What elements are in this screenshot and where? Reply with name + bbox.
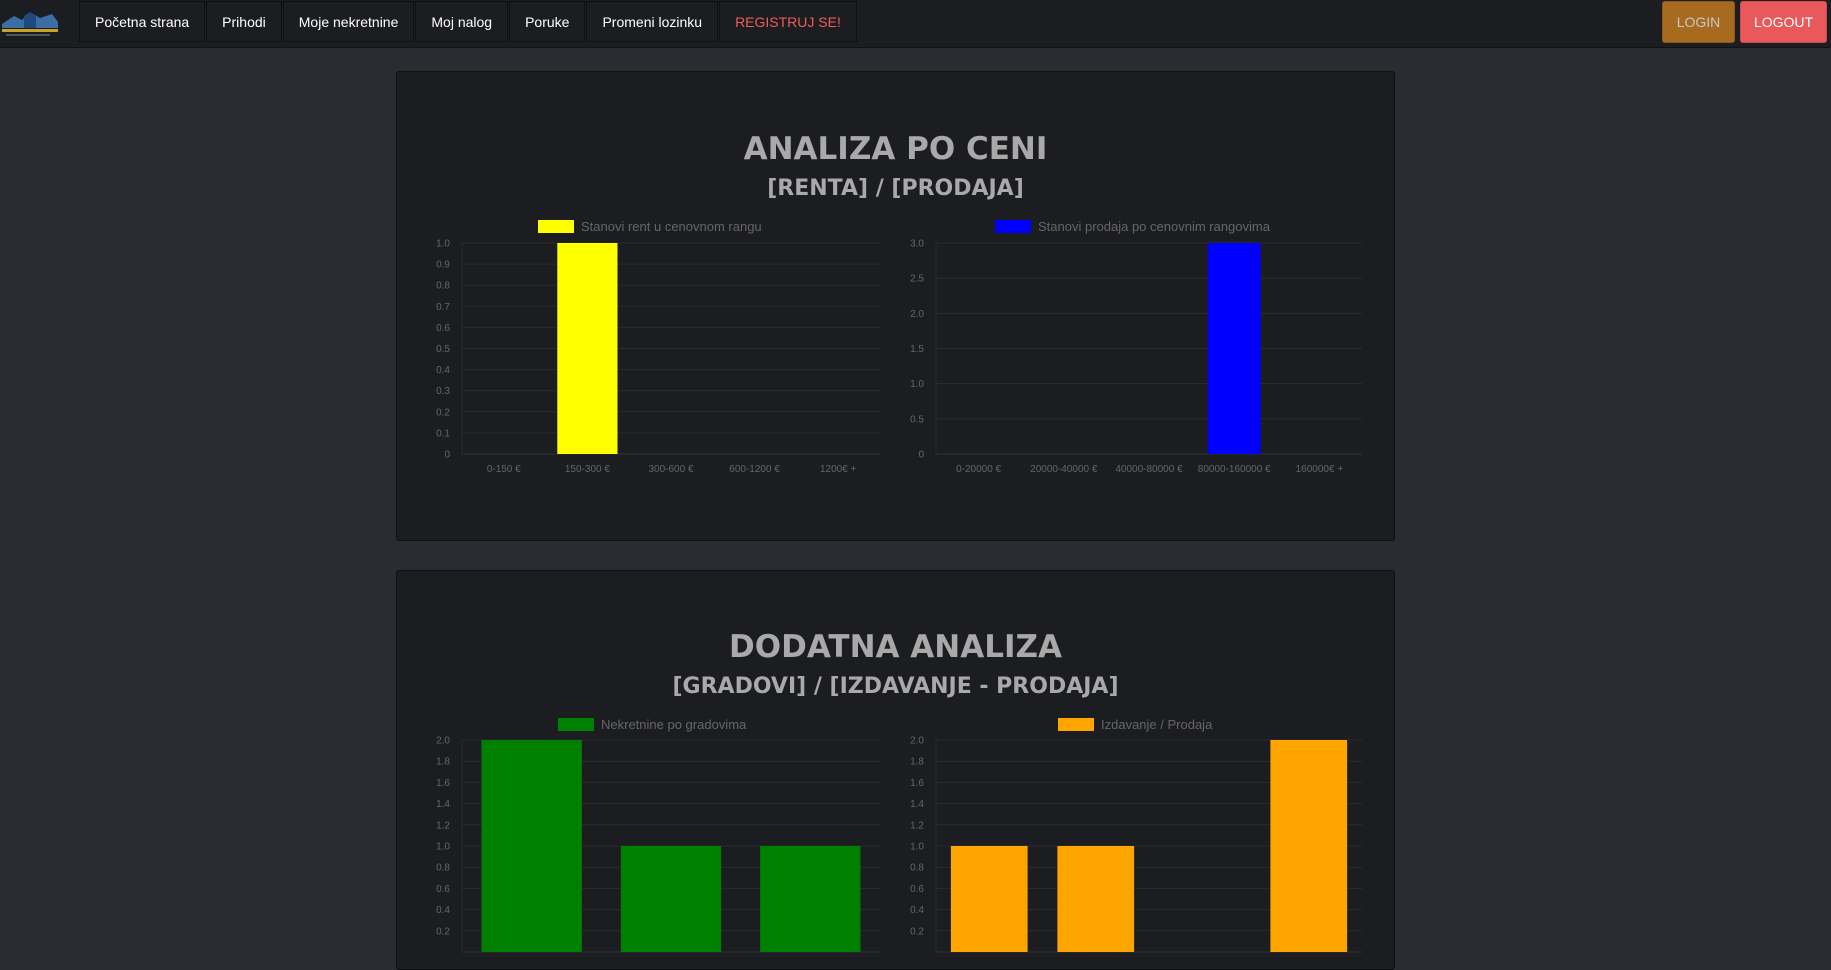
bar[interactable] — [481, 740, 582, 952]
y-tick-label: 0.8 — [436, 863, 450, 874]
y-tick-label: 1.5 — [910, 344, 924, 355]
y-tick-label: 0.2 — [436, 407, 450, 418]
properties-by-city-chart: Nekretnine po gradovima 0.2 0.4 0.6 0.8 1.0 1.… — [436, 717, 880, 953]
legend-swatch[interactable] — [1058, 718, 1094, 731]
bar[interactable] — [1207, 243, 1261, 454]
bar[interactable] — [1057, 846, 1135, 952]
x-tick-label: 0-20000 € — [956, 464, 1001, 475]
y-tick-label: 1.8 — [910, 757, 924, 768]
y-tick-label: 1.6 — [910, 778, 924, 789]
x-tick-label: 1200€ + — [820, 464, 857, 475]
nav-promeni-lozinku[interactable]: Promeni lozinku — [586, 1, 719, 42]
y-tick-label: 3.0 — [910, 239, 924, 250]
y-tick-label: 0.5 — [436, 344, 450, 355]
y-tick-label: 1.2 — [436, 820, 450, 831]
y-tick-label: 1.2 — [910, 820, 924, 831]
legend-label[interactable]: Nekretnine po gradovima — [601, 717, 747, 732]
y-tick-label: 2.5 — [910, 274, 924, 285]
nav-poruke[interactable]: Poruke — [509, 1, 586, 42]
legend-label[interactable]: Stanovi rent u cenovnom rangu — [581, 219, 762, 234]
legend-swatch[interactable] — [995, 220, 1031, 233]
y-tick-label: 0.4 — [436, 905, 450, 916]
login-button[interactable]: LOGIN — [1662, 1, 1735, 43]
y-tick-label: 1.4 — [436, 799, 450, 810]
y-tick-label: 1.4 — [910, 799, 924, 810]
y-tick-label: 0 — [444, 450, 450, 461]
y-tick-label: 0 — [918, 450, 924, 461]
y-tick-label: 0.9 — [436, 260, 450, 271]
additional-analysis-title: DODATNA ANALIZA — [729, 629, 1062, 665]
nav-moj-nalog[interactable]: Moj nalog — [415, 1, 509, 42]
y-tick-label: 0.2 — [910, 926, 924, 937]
y-tick-label: 0.6 — [436, 323, 450, 334]
legend-label[interactable]: Izdavanje / Prodaja — [1101, 717, 1213, 732]
y-tick-label: 2.0 — [910, 736, 924, 747]
logout-button[interactable]: LOGOUT — [1740, 1, 1827, 43]
y-tick-label: 1.0 — [436, 239, 450, 250]
y-tick-label: 0.4 — [436, 365, 450, 376]
y-tick-label: 2.0 — [436, 736, 450, 747]
y-tick-label: 0.6 — [910, 884, 924, 895]
additional-analysis-subtitle: [GRADOVI] / [IZDAVANJE - PRODAJA] — [672, 674, 1119, 699]
x-tick-label: 600-1200 € — [729, 464, 780, 475]
y-tick-label: 0.6 — [436, 884, 450, 895]
logo-icon[interactable] — [0, 2, 62, 42]
legend-swatch[interactable] — [558, 718, 594, 731]
y-tick-label: 1.0 — [910, 379, 924, 390]
y-tick-label: 1.6 — [436, 778, 450, 789]
x-tick-label: 150-300 € — [565, 464, 610, 475]
bar[interactable] — [950, 846, 1028, 952]
y-tick-label: 1.0 — [910, 842, 924, 853]
x-tick-label: 300-600 € — [648, 464, 693, 475]
y-tick-label: 0.4 — [910, 905, 924, 916]
y-tick-label: 0.7 — [436, 302, 450, 313]
bar[interactable] — [557, 243, 618, 454]
x-tick-label: 80000-160000 € — [1198, 464, 1271, 475]
y-tick-label: 0.3 — [436, 386, 450, 397]
y-tick-label: 1.8 — [436, 757, 450, 768]
legend-label[interactable]: Stanovi prodaja po cenovnim rangovima — [1038, 219, 1271, 234]
nav-registruj-se[interactable]: REGISTRUJ SE! — [719, 1, 857, 42]
y-tick-label: 0.2 — [436, 926, 450, 937]
price-analysis-subtitle: [RENTA] / [PRODAJA] — [767, 176, 1024, 201]
main-menu: Početna strana Prihodi Moje nekretnine M… — [79, 1, 858, 42]
top-navbar: Početna strana Prihodi Moje nekretnine M… — [0, 0, 1831, 48]
nav-prihodi[interactable]: Prihodi — [206, 1, 282, 42]
x-tick-label: 40000-80000 € — [1115, 464, 1183, 475]
x-tick-label: 20000-40000 € — [1030, 464, 1098, 475]
rent-sale-chart: Izdavanje / Prodaja 0.2 0.4 0.6 0.8 1.0 1.2 1.4… — [910, 717, 1362, 953]
legend-swatch[interactable] — [538, 220, 574, 233]
y-tick-label: 0.1 — [436, 428, 450, 439]
y-tick-label: 1.0 — [436, 842, 450, 853]
bar[interactable] — [620, 846, 722, 952]
y-tick-label: 2.0 — [910, 309, 924, 320]
y-tick-label: 0.5 — [910, 414, 924, 425]
y-tick-label: 0.8 — [910, 863, 924, 874]
rent-price-range-chart: Stanovi rent u cenovnom rangu 0 0.1 0.2 0.3 0… — [436, 219, 880, 475]
x-tick-label: 160000€ + — [1296, 464, 1344, 475]
price-analysis-title: ANALIZA PO CENI — [743, 131, 1048, 167]
sale-price-range-chart: Stanovi prodaja po cenovnim rangovima 0 0.… — [910, 219, 1362, 475]
bar[interactable] — [1270, 740, 1348, 952]
nav-moje-nekretnine[interactable]: Moje nekretnine — [282, 1, 415, 42]
y-tick-label: 0.8 — [436, 281, 450, 292]
nav-pocetna-strana[interactable]: Početna strana — [79, 1, 206, 42]
x-tick-label: 0-150 € — [487, 464, 521, 475]
bar[interactable] — [760, 846, 861, 952]
